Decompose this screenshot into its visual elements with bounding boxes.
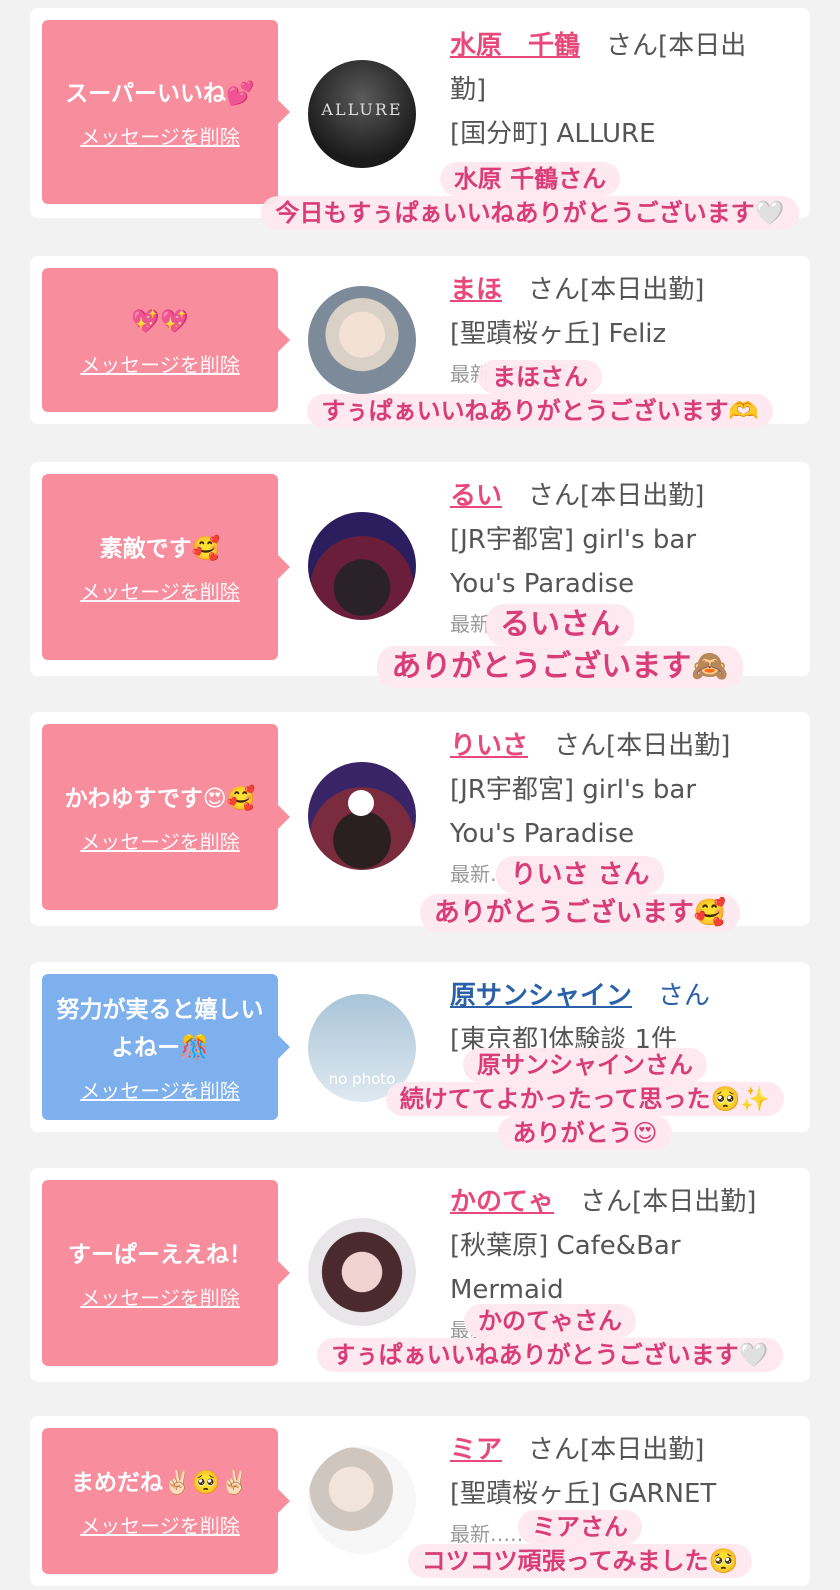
- message-bubble: スーパーいいね💕 メッセージを削除: [42, 20, 290, 204]
- profile-name-link[interactable]: まほ: [450, 275, 502, 305]
- caption-name: 原サンシャインさん: [463, 1048, 707, 1082]
- honorific: さん: [606, 31, 659, 61]
- attendance-status: [本日出勤]: [580, 275, 705, 305]
- attendance-status: [本日出勤]: [580, 481, 705, 511]
- video-caption: まほさん すぅぱぁいいねありがとうございます🫶: [270, 360, 810, 428]
- caption-line: ありがとうございます🥰: [419, 894, 741, 932]
- profile-name-link[interactable]: ミア: [450, 1435, 502, 1465]
- honorific: さん: [528, 481, 581, 511]
- honorific: さん: [528, 275, 581, 305]
- honorific: さん: [554, 731, 607, 761]
- message-text: 素敵です🥰: [99, 535, 221, 562]
- shop-name: You's Paradise: [450, 819, 635, 849]
- caption-name: まほさん: [478, 360, 602, 394]
- message-bubble: まめだね✌🏻🥺✌🏻 メッセージを削除: [42, 1428, 290, 1574]
- profile-name-link[interactable]: るい: [450, 481, 502, 511]
- attendance-status-cont: 勤]: [450, 75, 487, 105]
- delete-message-link[interactable]: メッセージを削除: [80, 1510, 240, 1539]
- shop-info: [JR宇都宮] girl's bar: [450, 775, 697, 805]
- message-text: 努力が実ると嬉しいよねー🎊: [56, 996, 264, 1061]
- caption-name: ミアさん: [518, 1510, 642, 1544]
- video-caption: 水原 千鶴さん 今日もすぅぱぁいいねありがとうございます🤍: [250, 162, 810, 230]
- video-caption: るいさん ありがとうございます🙈: [340, 604, 780, 688]
- message-bubble: 素敵です🥰 メッセージを削除: [42, 474, 290, 660]
- profile-name-link[interactable]: 水原 千鶴: [450, 31, 580, 61]
- message-bubble: かわゆすです😍🥰 メッセージを削除: [42, 724, 290, 910]
- video-caption: 原サンシャインさん 続けててよかったって思った🥺✨ ありがとう😍: [360, 1048, 810, 1150]
- message-text: すーぱーええね！: [68, 1241, 252, 1268]
- honorific: さん: [658, 981, 711, 1011]
- caption-name: るいさん: [486, 604, 634, 646]
- video-caption: かのてゃさん すぅぱぁいいねありがとうございます🤍: [290, 1304, 810, 1372]
- profile-name-link[interactable]: 原サンシャイン: [450, 981, 632, 1011]
- caption-line: 今日もすぅぱぁいいねありがとうございます🤍: [261, 196, 799, 230]
- message-bubble: すーぱーええね！ メッセージを削除: [42, 1180, 290, 1366]
- caption-name: かのてゃさん: [464, 1304, 636, 1338]
- message-bubble: 努力が実ると嬉しいよねー🎊 メッセージを削除: [42, 974, 290, 1120]
- delete-message-link[interactable]: メッセージを削除: [80, 576, 240, 605]
- heart-icon: [348, 790, 374, 816]
- message-text: 💖💖: [131, 308, 189, 335]
- video-caption: りいさ さん ありがとうございます🥰: [380, 856, 780, 932]
- message-bubble: 💖💖 メッセージを削除: [42, 268, 290, 412]
- avatar[interactable]: [308, 762, 416, 870]
- delete-message-link[interactable]: メッセージを削除: [80, 1075, 240, 1104]
- honorific: さん: [580, 1187, 633, 1217]
- attendance-status: [本日出: [658, 31, 747, 61]
- caption-line: コツコツ頑張ってみました🥺: [407, 1544, 753, 1578]
- delete-message-link[interactable]: メッセージを削除: [80, 349, 240, 378]
- caption-name: 水原 千鶴さん: [439, 162, 621, 196]
- caption-line: すぅぱぁいいねありがとうございます🤍: [317, 1338, 783, 1372]
- message-text: かわゆすです😍🥰: [64, 785, 256, 812]
- video-caption: ミアさん コツコツ頑張ってみました🥺: [390, 1510, 770, 1578]
- profile-name-link[interactable]: かのてゃ: [450, 1187, 554, 1217]
- message-text: スーパーいいね💕: [65, 80, 255, 107]
- shop-info: [国分町] ALLURE: [450, 119, 656, 149]
- caption-line: ありがとう😍: [498, 1116, 672, 1150]
- attendance-status: [本日出勤]: [580, 1435, 705, 1465]
- shop-info: [秋葉原] Cafe&Bar: [450, 1231, 681, 1261]
- caption-line: ありがとうございます🙈: [377, 646, 743, 688]
- delete-message-link[interactable]: メッセージを削除: [80, 826, 240, 855]
- shop-info: [聖蹟桜ヶ丘] Feliz: [450, 319, 667, 349]
- caption-line: 続けててよかったって思った🥺✨: [385, 1082, 785, 1116]
- avatar[interactable]: ALLURE: [308, 60, 416, 168]
- shop-name: You's Paradise: [450, 569, 635, 599]
- message-text: まめだね✌🏻🥺✌🏻: [71, 1469, 249, 1496]
- delete-message-link[interactable]: メッセージを削除: [80, 1282, 240, 1311]
- profile-name-link[interactable]: りいさ: [450, 731, 528, 761]
- shop-info: [JR宇都宮] girl's bar: [450, 525, 697, 555]
- avatar-logo-text: ALLURE: [321, 100, 403, 119]
- honorific: さん: [528, 1435, 581, 1465]
- delete-message-link[interactable]: メッセージを削除: [80, 121, 240, 150]
- caption-name: りいさ さん: [496, 856, 664, 894]
- caption-line: すぅぱぁいいねありがとうございます🫶: [307, 394, 773, 428]
- attendance-status: [本日出勤]: [632, 1187, 757, 1217]
- attendance-status: [本日出勤]: [606, 731, 731, 761]
